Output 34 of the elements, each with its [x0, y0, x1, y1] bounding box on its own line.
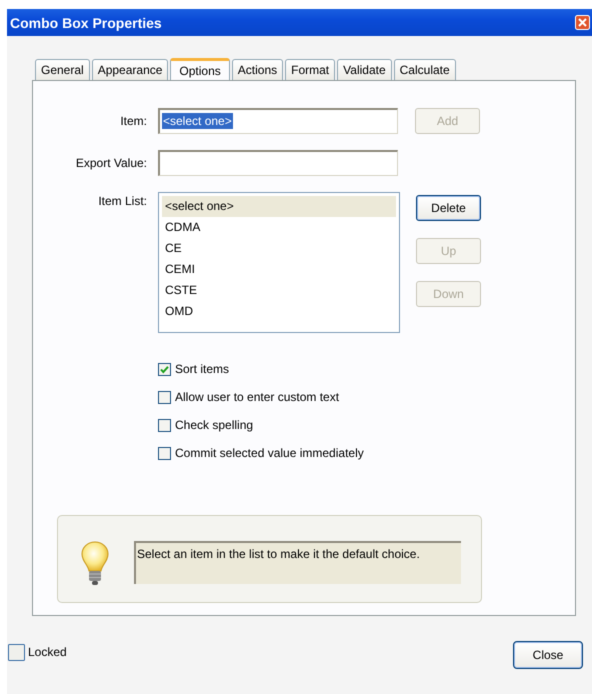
field-label: Export Value:: [74, 155, 148, 172]
tab[interactable]: Options: [170, 58, 230, 81]
close-icon[interactable]: [575, 15, 590, 30]
list-item[interactable]: CDMA: [162, 217, 396, 238]
export-value-field[interactable]: [158, 150, 398, 176]
checkbox[interactable]: [158, 418, 171, 432]
item-field[interactable]: <select one>: [158, 108, 398, 134]
tab[interactable]: Actions: [232, 59, 284, 80]
tab[interactable]: Calculate: [394, 59, 456, 80]
checkbox[interactable]: [158, 362, 171, 376]
checkbox[interactable]: [158, 390, 171, 404]
checkbox-label: Sort items: [175, 362, 230, 376]
tab[interactable]: General: [35, 59, 90, 80]
checkbox[interactable]: [158, 446, 171, 460]
list-item[interactable]: CSTE: [162, 280, 396, 301]
window-title: Combo Box Properties: [10, 14, 162, 30]
checkbox-label: Commit selected value immediately: [175, 446, 364, 460]
field-label: Item:: [119, 113, 148, 130]
checkbox[interactable]: [8, 644, 25, 660]
close-button[interactable]: Close: [513, 641, 583, 669]
list-item[interactable]: CEMI: [162, 259, 396, 280]
list-item[interactable]: CE: [162, 238, 396, 259]
tab[interactable]: Appearance: [92, 59, 168, 80]
checkbox-label: Allow user to enter custom text: [175, 390, 340, 404]
hint-text: Select an item in the list to make it the default choice.: [134, 540, 461, 584]
tab[interactable]: Format: [285, 59, 336, 80]
checkbox-label: Locked: [28, 645, 67, 659]
list-item[interactable]: <select one>: [162, 196, 396, 217]
list-button[interactable]: Delete: [416, 195, 481, 221]
light-bulb-icon: [81, 541, 109, 587]
field-label: Item List:: [97, 193, 148, 210]
checkbox-label: Check spelling: [175, 418, 254, 432]
tab[interactable]: Validate: [337, 59, 392, 80]
list-item[interactable]: OMD: [162, 301, 396, 322]
